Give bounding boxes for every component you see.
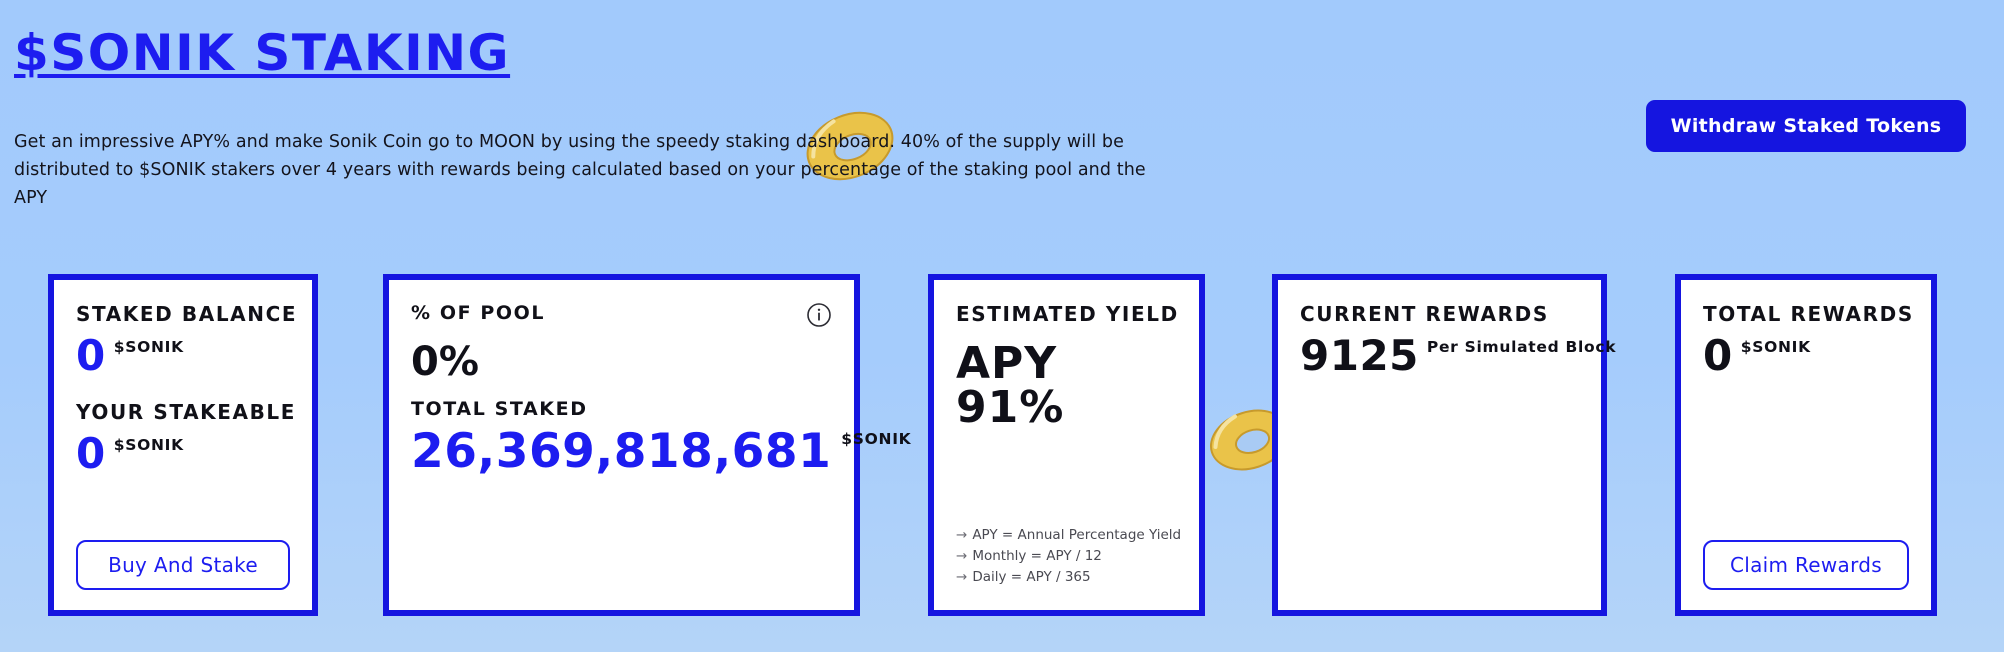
your-stakeable-value: 0: [76, 428, 106, 478]
arrow-icon: →: [956, 527, 968, 543]
card-percent-of-pool: % OF POOL 0% TOTAL STAKED 26,369,818,681…: [383, 274, 911, 616]
total-staked-value-row: 26,369,818,681 $SONIK: [411, 424, 911, 479]
total-staked-unit: $SONIK: [841, 430, 912, 448]
percent-of-pool-heading: % OF POOL: [411, 302, 546, 324]
your-stakeable-value-row: 0 $SONIK: [76, 428, 290, 478]
arrow-icon: →: [956, 569, 968, 585]
staked-balance-value-row: 0 $SONIK: [76, 331, 290, 380]
yield-note-text: APY = Annual Percentage Yield: [972, 527, 1182, 543]
current-rewards-value: 9125: [1300, 331, 1419, 380]
arrow-icon: →: [956, 548, 968, 564]
total-staked-heading: TOTAL STAKED: [411, 398, 588, 420]
card-estimated-yield: ESTIMATED YIELD APY 91% → APY = Annual Pe…: [928, 274, 1205, 616]
total-rewards-value: 0: [1703, 331, 1733, 380]
yield-note-text: Daily = APY / 365: [972, 569, 1091, 585]
total-rewards-heading: TOTAL REWARDS: [1703, 302, 1914, 326]
staked-balance-heading: STAKED BALANCE: [76, 302, 298, 326]
yield-note-text: Monthly = APY / 12: [972, 548, 1102, 564]
yield-note-item: → Daily = APY / 365: [956, 567, 1177, 588]
staked-balance-unit: $SONIK: [113, 338, 184, 356]
estimated-yield-heading: ESTIMATED YIELD: [956, 302, 1179, 326]
staked-balance-value: 0: [76, 331, 106, 380]
current-rewards-value-row: 9125 Per Simulated Block: [1300, 331, 1616, 380]
page-title: $SONIK STAKING: [14, 24, 511, 82]
estimated-yield-value: APY 91%: [956, 338, 1065, 433]
total-rewards-value-row: 0 $SONIK: [1703, 331, 1909, 380]
withdraw-staked-tokens-button[interactable]: Withdraw Staked Tokens: [1646, 100, 1966, 152]
yield-notes-list: → APY = Annual Percentage Yield → Monthly …: [956, 525, 1181, 588]
yield-note-item: → APY = Annual Percentage Yield: [956, 525, 1181, 546]
total-rewards-unit: $SONIK: [1740, 338, 1811, 356]
card-total-rewards: TOTAL REWARDS 0 $SONIK Claim Rewards: [1675, 274, 1937, 616]
buy-and-stake-button[interactable]: Buy And Stake: [76, 540, 290, 590]
your-stakeable-unit: $SONIK: [113, 435, 184, 454]
current-rewards-unit: Per Simulated Block: [1426, 338, 1617, 356]
percent-of-pool-value: 0%: [411, 339, 479, 385]
current-rewards-heading: CURRENT REWARDS: [1300, 302, 1549, 326]
claim-rewards-button[interactable]: Claim Rewards: [1703, 540, 1909, 590]
info-icon[interactable]: [806, 302, 832, 328]
total-staked-value: 26,369,818,681: [411, 424, 832, 479]
pool-heading-row: % OF POOL: [411, 302, 832, 328]
card-staked-balance: STAKED BALANCE 0 $SONIK YOUR STAKEABLE 0…: [48, 274, 318, 616]
yield-note-item: → Monthly = APY / 12: [956, 546, 1177, 567]
card-current-rewards: CURRENT REWARDS 9125 Per Simulated Block: [1272, 274, 1616, 616]
your-stakeable-heading: YOUR STAKEABLE: [76, 399, 297, 424]
page-description: Get an impressive APY% and make Sonik Co…: [14, 132, 1146, 208]
